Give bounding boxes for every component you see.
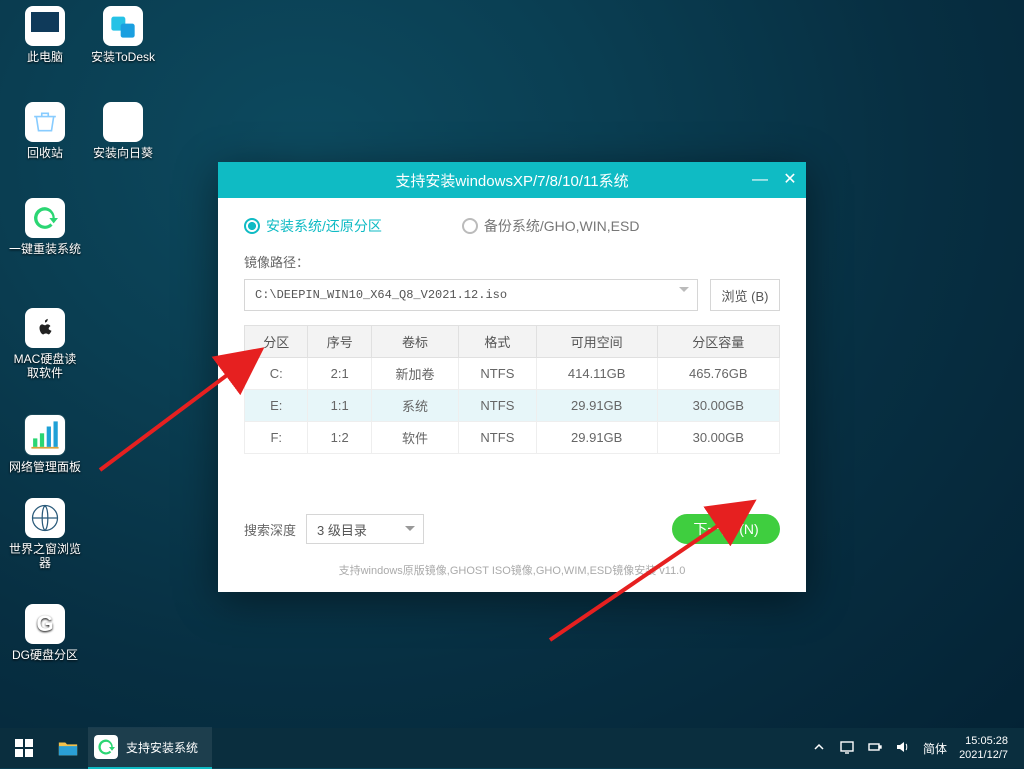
desktop-icon-recycle-bin[interactable]: 回收站	[8, 102, 82, 160]
desktop-icon-label: MAC硬盘读 取软件	[8, 352, 82, 380]
table-cell: NTFS	[458, 422, 536, 454]
desktop-icon-label: 一键重装系统	[8, 242, 82, 256]
table-cell: 465.76GB	[657, 358, 779, 390]
desktop-icon-netpanel[interactable]: 网络管理面板	[8, 414, 82, 474]
desktop-icon-dg[interactable]: G DG硬盘分区	[8, 604, 82, 662]
table-cell: 30.00GB	[657, 390, 779, 422]
radio-label: 备份系统/GHO,WIN,ESD	[484, 216, 640, 236]
tray-ime[interactable]: 简体	[923, 740, 947, 757]
desktop-icon-sunflower[interactable]: 安装向日葵	[86, 102, 160, 160]
task-icon	[94, 735, 118, 759]
footnote: 支持windows原版镜像,GHOST ISO镜像,GHO,WIM,ESD镜像安…	[244, 562, 780, 578]
radio-install[interactable]: 安装系统/还原分区	[244, 216, 382, 236]
depth-label: 搜索深度	[244, 520, 296, 539]
table-cell: 414.11GB	[536, 358, 657, 390]
dg-icon: G	[25, 604, 65, 644]
table-cell: 2:1	[308, 358, 371, 390]
depth-value: 3 级目录	[317, 520, 367, 539]
taskbar-explorer[interactable]	[48, 728, 88, 768]
desktop-icon-label: 安装向日葵	[86, 146, 160, 160]
bars-icon	[24, 414, 66, 456]
partition-table: 分区序号卷标格式可用空间分区容量 C:2:1新加卷NTFS414.11GB465…	[244, 325, 780, 454]
recycle-icon	[25, 102, 65, 142]
desktop-icon-mac-hd[interactable]: MAC硬盘读 取软件	[8, 308, 82, 380]
image-path-value: C:\DEEPIN_WIN10_X64_Q8_V2021.12.iso	[255, 288, 507, 302]
window-title: 支持安装windowsXP/7/8/10/11系统	[395, 170, 628, 191]
monitor-icon	[25, 6, 65, 46]
desktop-icon-reinstall[interactable]: 一键重装系统	[8, 198, 82, 256]
installer-window: 支持安装windowsXP/7/8/10/11系统 — ✕ 安装系统/还原分区 …	[218, 162, 806, 592]
table-row[interactable]: E:1:1系统NTFS29.91GB30.00GB	[245, 390, 780, 422]
desktop-icon-this-pc[interactable]: 此电脑	[8, 6, 82, 64]
table-cell: F:	[245, 422, 308, 454]
desktop-icon-todesk[interactable]: 安装ToDesk	[86, 6, 160, 64]
titlebar[interactable]: 支持安装windowsXP/7/8/10/11系统 — ✕	[218, 162, 806, 198]
minimize-button[interactable]: —	[752, 172, 768, 188]
table-row[interactable]: C:2:1新加卷NTFS414.11GB465.76GB	[245, 358, 780, 390]
table-header: 卷标	[371, 326, 458, 358]
table-header: 分区	[245, 326, 308, 358]
start-button[interactable]	[0, 728, 48, 768]
table-cell: NTFS	[458, 390, 536, 422]
desktop-icon-label: 此电脑	[8, 50, 82, 64]
taskbar-task-installer[interactable]: 支持安装系统	[88, 727, 212, 769]
desktop-icon-label: 回收站	[8, 146, 82, 160]
table-cell: 30.00GB	[657, 422, 779, 454]
radio-dot-icon	[244, 218, 260, 234]
depth-select[interactable]: 3 级目录	[306, 514, 424, 544]
tray-volume-icon[interactable]	[895, 739, 911, 758]
table-cell: 29.91GB	[536, 390, 657, 422]
radio-label: 安装系统/还原分区	[266, 216, 382, 236]
desktop-icon-world-browser[interactable]: 世界之窗浏览 器	[8, 498, 82, 570]
table-header: 序号	[308, 326, 371, 358]
table-row[interactable]: F:1:2软件NTFS29.91GB30.00GB	[245, 422, 780, 454]
tray-date: 2021/12/7	[959, 748, 1008, 762]
tray-chevron-icon[interactable]	[811, 739, 827, 758]
table-cell: E:	[245, 390, 308, 422]
table-cell: 系统	[371, 390, 458, 422]
image-path-dropdown[interactable]: C:\DEEPIN_WIN10_X64_Q8_V2021.12.iso	[244, 279, 698, 311]
table-header: 格式	[458, 326, 536, 358]
globe-icon	[25, 498, 65, 538]
table-header: 可用空间	[536, 326, 657, 358]
path-label: 镜像路径：	[244, 252, 780, 271]
close-button[interactable]: ✕	[782, 172, 798, 188]
table-cell: C:	[245, 358, 308, 390]
chevron-down-icon	[679, 287, 689, 297]
table-header: 分区容量	[657, 326, 779, 358]
tray-network-icon[interactable]	[839, 739, 855, 758]
tray-time: 15:05:28	[959, 734, 1008, 748]
desktop-icon-label: 网络管理面板	[8, 460, 82, 474]
desktop-icon-label: 世界之窗浏览 器	[8, 542, 82, 570]
tray-battery-icon[interactable]	[867, 739, 883, 758]
desktop-icon-label: DG硬盘分区	[8, 648, 82, 662]
radio-dot-icon	[462, 218, 478, 234]
sunflower-icon	[103, 102, 143, 142]
table-cell: 1:1	[308, 390, 371, 422]
tray-clock[interactable]: 15:05:28 2021/12/7	[959, 734, 1014, 762]
radio-backup[interactable]: 备份系统/GHO,WIN,ESD	[462, 216, 640, 236]
table-cell: 29.91GB	[536, 422, 657, 454]
table-cell: 1:2	[308, 422, 371, 454]
browse-button[interactable]: 浏览 (B)	[710, 279, 780, 311]
next-button[interactable]: 下一步 (N)	[672, 514, 780, 544]
table-cell: 软件	[371, 422, 458, 454]
desktop-icon-label: 安装ToDesk	[86, 50, 160, 64]
reinstall-icon	[25, 198, 65, 238]
table-cell: NTFS	[458, 358, 536, 390]
table-cell: 新加卷	[371, 358, 458, 390]
apple-icon	[25, 308, 65, 348]
taskbar: 支持安装系统 简体 15:05:28 2021/12/7	[0, 728, 1024, 768]
task-label: 支持安装系统	[126, 739, 198, 756]
todesk-icon	[103, 6, 143, 46]
